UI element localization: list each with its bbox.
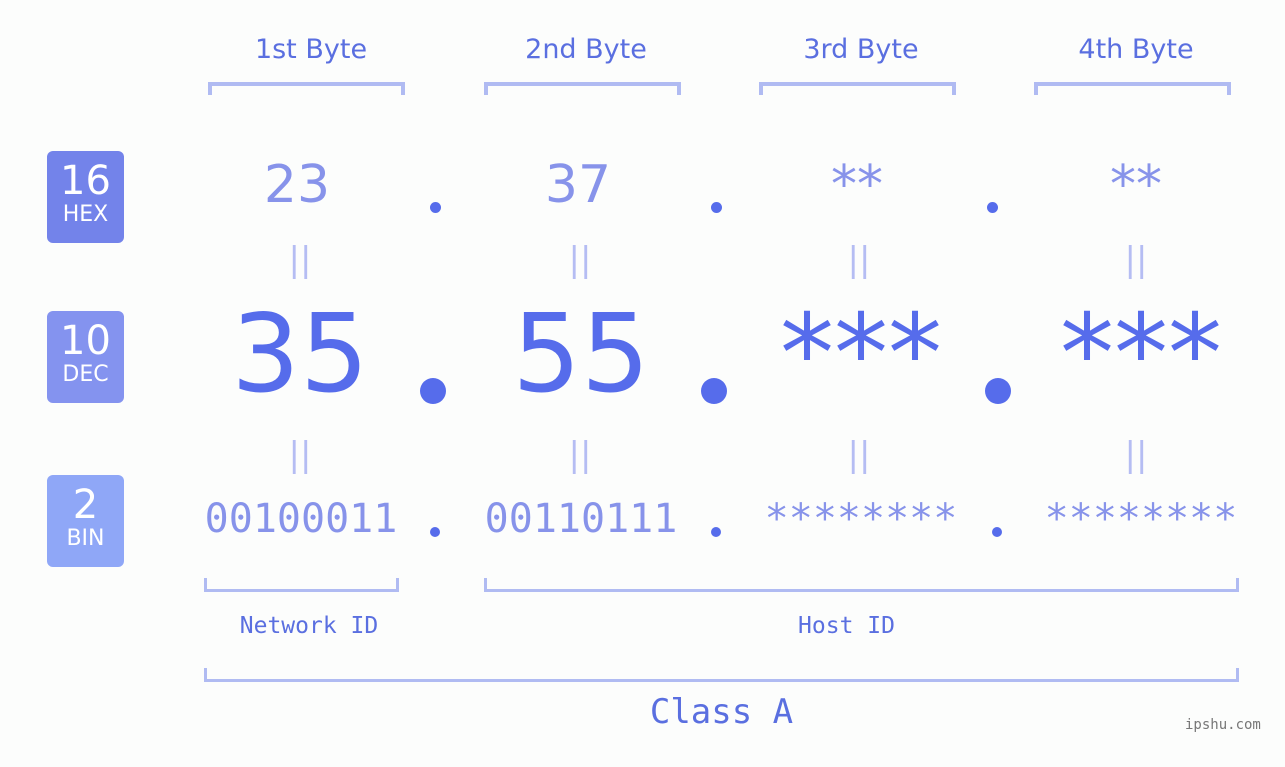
dec-dot-1 — [420, 378, 446, 404]
equals-dec-bin-2: || — [568, 435, 592, 475]
bin-badge-label: BIN — [66, 526, 105, 551]
bin-badge-number: 2 — [72, 482, 99, 528]
dec-badge-label: DEC — [62, 362, 109, 387]
hex-byte-1: 23 — [263, 155, 331, 215]
bin-badge: 2 BIN — [47, 475, 124, 567]
hex-dot-2 — [711, 202, 722, 213]
hex-badge: 16 HEX — [47, 151, 124, 243]
hex-byte-2: 37 — [544, 155, 612, 215]
byte-title-3: 3rd Byte — [803, 34, 919, 65]
bin-byte-1: 00100011 — [204, 496, 398, 542]
class-label: Class A — [649, 692, 794, 732]
host-id-bracket — [484, 578, 1239, 592]
dec-byte-2: 55 — [512, 292, 650, 417]
equals-dec-bin-1: || — [288, 435, 312, 475]
class-bracket — [204, 668, 1239, 682]
network-id-bracket — [204, 578, 399, 592]
bin-byte-2: 00110111 — [484, 496, 678, 542]
equals-hex-dec-2: || — [568, 240, 592, 280]
byte-bracket-4 — [1034, 82, 1231, 95]
hex-byte-3: ** — [831, 155, 883, 215]
dec-dot-3 — [985, 378, 1011, 404]
hex-byte-4: ** — [1110, 155, 1162, 215]
bin-dot-2 — [711, 527, 721, 537]
host-id-label: Host ID — [798, 613, 895, 639]
hex-dot-3 — [987, 202, 998, 213]
byte-title-2: 2nd Byte — [525, 34, 647, 65]
equals-hex-dec-4: || — [1124, 240, 1148, 280]
dec-byte-3: *** — [780, 292, 942, 417]
dec-dot-2 — [701, 378, 727, 404]
byte-bracket-3 — [759, 82, 956, 95]
byte-bracket-2 — [484, 82, 681, 95]
byte-bracket-1 — [208, 82, 405, 95]
byte-title-4: 4th Byte — [1078, 34, 1194, 65]
bin-byte-3: ******** — [764, 496, 958, 542]
dec-badge-number: 10 — [60, 318, 111, 364]
byte-title-1: 1st Byte — [254, 34, 368, 65]
dec-byte-1: 35 — [231, 292, 369, 417]
bin-byte-4: ******** — [1044, 496, 1238, 542]
bin-dot-1 — [430, 527, 440, 537]
hex-badge-number: 16 — [60, 158, 111, 204]
bin-dot-3 — [992, 527, 1002, 537]
network-id-label: Network ID — [239, 613, 379, 639]
hex-badge-label: HEX — [62, 202, 109, 227]
dec-byte-4: *** — [1060, 292, 1222, 417]
equals-hex-dec-1: || — [288, 240, 312, 280]
hex-dot-1 — [430, 202, 441, 213]
dec-badge: 10 DEC — [47, 311, 124, 403]
equals-dec-bin-4: || — [1124, 435, 1148, 475]
equals-dec-bin-3: || — [847, 435, 871, 475]
equals-hex-dec-3: || — [847, 240, 871, 280]
watermark: ipshu.com — [1185, 717, 1261, 733]
